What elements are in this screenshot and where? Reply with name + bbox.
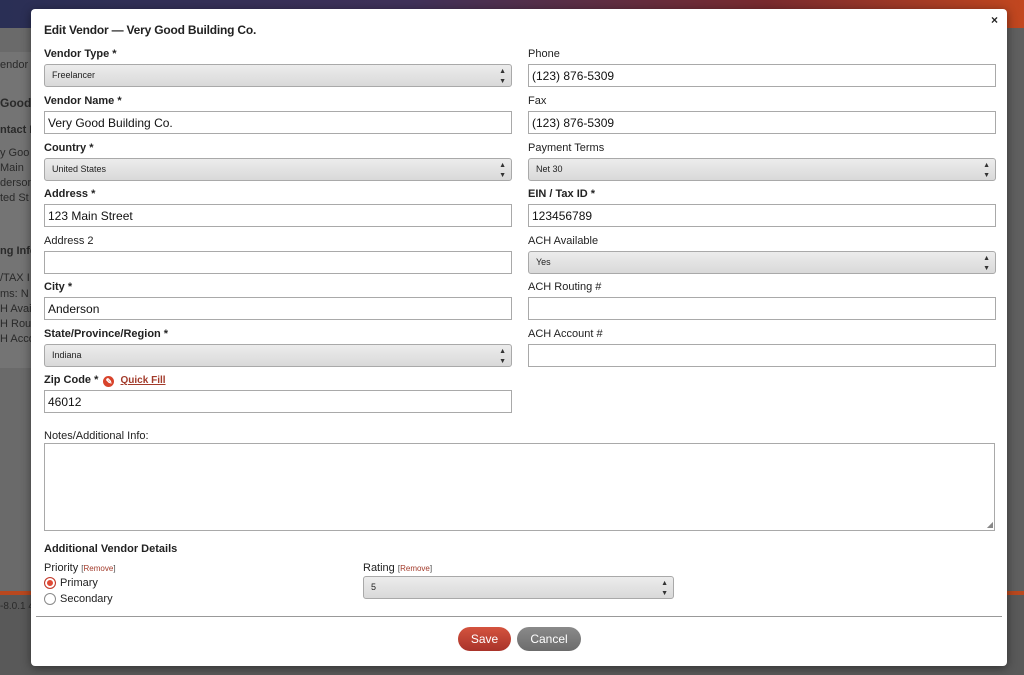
save-button[interactable]: Save bbox=[458, 627, 511, 651]
vendor-type-label: Vendor Type * bbox=[44, 48, 117, 60]
notes-textarea[interactable]: ◢ bbox=[44, 443, 995, 531]
zip-field: Zip Code * ✎ Quick Fill bbox=[44, 374, 512, 413]
notes-label: Notes/Additional Info: bbox=[44, 430, 149, 442]
close-icon[interactable]: × bbox=[991, 13, 998, 27]
ach-account-input[interactable] bbox=[528, 344, 996, 367]
address-field: Address * bbox=[44, 188, 512, 227]
radio-unselected-icon[interactable] bbox=[44, 593, 56, 605]
background-text: H Avail bbox=[0, 303, 35, 315]
zip-label-row: Zip Code * ✎ Quick Fill bbox=[44, 374, 512, 387]
background-text: H Acco bbox=[0, 333, 35, 345]
select-arrows-icon: ▲ ▼ bbox=[661, 580, 668, 597]
rating-select[interactable]: 5 ▲ ▼ bbox=[363, 576, 674, 599]
vendor-type-select[interactable]: Freelancer ▲ ▼ bbox=[44, 64, 512, 87]
ach-available-label: ACH Available bbox=[528, 235, 599, 247]
ach-routing-label: ACH Routing # bbox=[528, 281, 602, 293]
ach-available-select[interactable]: Yes ▲ ▼ bbox=[528, 251, 996, 274]
resize-grip-icon[interactable]: ◢ bbox=[987, 520, 993, 529]
background-text: ms: N bbox=[0, 288, 29, 300]
payment-terms-value: Net 30 bbox=[536, 164, 563, 174]
payment-terms-select[interactable]: Net 30 ▲ ▼ bbox=[528, 158, 996, 181]
additional-details-title: Additional Vendor Details bbox=[44, 543, 178, 555]
address-label: Address * bbox=[44, 188, 96, 200]
ein-input[interactable] bbox=[528, 204, 996, 227]
background-text: derson bbox=[0, 177, 34, 189]
priority-label-row: Priority [Remove] bbox=[44, 562, 116, 574]
ach-account-label: ACH Account # bbox=[528, 328, 603, 340]
ach-account-field: ACH Account # bbox=[528, 328, 996, 367]
location-pin-icon[interactable]: ✎ bbox=[103, 376, 115, 387]
country-field: Country * United States ▲ ▼ bbox=[44, 142, 512, 181]
city-field: City * bbox=[44, 281, 512, 320]
address-input[interactable] bbox=[44, 204, 512, 227]
fax-input[interactable] bbox=[528, 111, 996, 134]
address2-input[interactable] bbox=[44, 251, 512, 274]
address2-label: Address 2 bbox=[44, 235, 94, 247]
country-label: Country * bbox=[44, 142, 94, 154]
background-text: /TAX I bbox=[0, 272, 30, 284]
select-arrows-icon: ▲ ▼ bbox=[499, 348, 506, 365]
vendor-name-field: Vendor Name * bbox=[44, 95, 512, 134]
vendor-name-label: Vendor Name * bbox=[44, 95, 122, 107]
select-arrows-icon: ▲ ▼ bbox=[983, 162, 990, 179]
rating-label: Rating bbox=[363, 562, 395, 574]
priority-remove: [Remove] bbox=[81, 564, 116, 573]
state-label: State/Province/Region * bbox=[44, 328, 169, 340]
zip-input[interactable] bbox=[44, 390, 512, 413]
city-label: City * bbox=[44, 281, 73, 293]
fax-label: Fax bbox=[528, 95, 547, 107]
ach-available-value: Yes bbox=[536, 257, 551, 267]
priority-option-label: Secondary bbox=[60, 593, 113, 605]
zip-label: Zip Code * bbox=[44, 374, 99, 386]
priority-option-secondary[interactable]: Secondary bbox=[44, 593, 113, 605]
background-text: Good bbox=[0, 96, 32, 110]
background-text: y Goo bbox=[0, 147, 30, 159]
background-version: -8.0.1 4 bbox=[0, 601, 34, 612]
footer-divider bbox=[36, 616, 1002, 617]
quick-fill-link[interactable]: Quick Fill bbox=[121, 374, 166, 387]
select-arrows-icon: ▲ ▼ bbox=[983, 255, 990, 272]
vendor-type-field: Vendor Type * Freelancer ▲ ▼ bbox=[44, 48, 512, 87]
phone-field: Phone bbox=[528, 48, 996, 87]
city-input[interactable] bbox=[44, 297, 512, 320]
priority-option-primary[interactable]: Primary bbox=[44, 577, 98, 589]
state-value: Indiana bbox=[52, 350, 82, 360]
ach-available-field: ACH Available Yes ▲ ▼ bbox=[528, 235, 996, 274]
background-text: endor bbox=[0, 59, 29, 71]
rating-remove-link[interactable]: Remove bbox=[400, 564, 430, 573]
priority-option-label: Primary bbox=[60, 577, 98, 589]
ein-label: EIN / Tax ID * bbox=[528, 188, 596, 200]
ach-routing-field: ACH Routing # bbox=[528, 281, 996, 320]
country-select[interactable]: United States ▲ ▼ bbox=[44, 158, 512, 181]
edit-vendor-modal: Edit Vendor — Very Good Building Co. × V… bbox=[31, 9, 1007, 666]
state-field: State/Province/Region * Indiana ▲ ▼ bbox=[44, 328, 512, 367]
phone-label: Phone bbox=[528, 48, 560, 60]
address2-field: Address 2 bbox=[44, 235, 512, 274]
phone-input[interactable] bbox=[528, 64, 996, 87]
payment-terms-field: Payment Terms Net 30 ▲ ▼ bbox=[528, 142, 996, 181]
radio-selected-icon[interactable] bbox=[44, 577, 56, 589]
select-arrows-icon: ▲ ▼ bbox=[499, 162, 506, 179]
vendor-name-input[interactable] bbox=[44, 111, 512, 134]
select-arrows-icon: ▲ ▼ bbox=[499, 68, 506, 85]
rating-remove: [Remove] bbox=[397, 564, 433, 573]
vendor-type-value: Freelancer bbox=[52, 70, 96, 80]
background-text: ted St bbox=[0, 192, 29, 204]
ach-routing-input[interactable] bbox=[528, 297, 996, 320]
modal-title: Edit Vendor — Very Good Building Co. bbox=[44, 23, 257, 37]
priority-label: Priority bbox=[44, 562, 79, 574]
fax-field: Fax bbox=[528, 95, 996, 134]
background-text: H Rout bbox=[0, 318, 35, 330]
rating-value: 5 bbox=[371, 582, 377, 592]
cancel-button[interactable]: Cancel bbox=[517, 627, 581, 651]
payment-terms-label: Payment Terms bbox=[528, 142, 605, 154]
background-text: Main bbox=[0, 162, 24, 174]
priority-remove-link[interactable]: Remove bbox=[84, 564, 114, 573]
ein-field: EIN / Tax ID * bbox=[528, 188, 996, 227]
country-value: United States bbox=[52, 164, 107, 174]
rating-label-row: Rating [Remove] bbox=[363, 562, 432, 574]
state-select[interactable]: Indiana ▲ ▼ bbox=[44, 344, 512, 367]
